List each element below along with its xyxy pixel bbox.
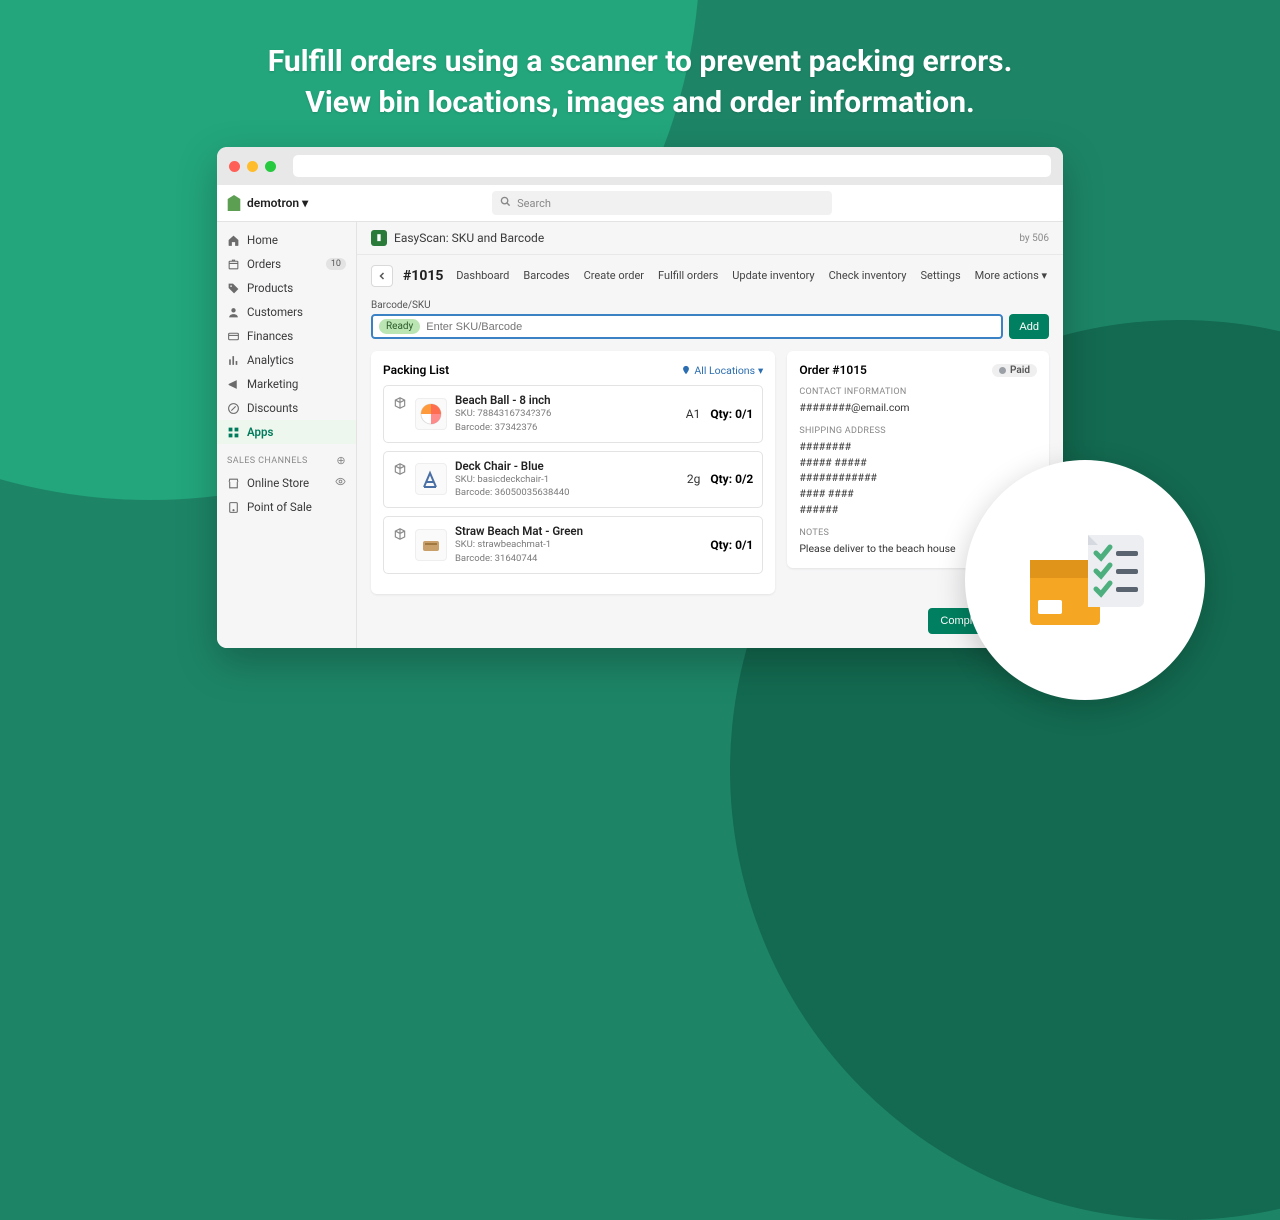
packing-line-item[interactable]: Deck Chair - Blue SKU: basicdeckchair-1 … bbox=[383, 451, 763, 509]
orders-badge: 10 bbox=[326, 258, 346, 270]
minimize-dot[interactable] bbox=[247, 161, 258, 172]
store-icon bbox=[227, 477, 240, 490]
maximize-dot[interactable] bbox=[265, 161, 276, 172]
sidebar-home[interactable]: Home bbox=[217, 228, 356, 252]
product-barcode: Barcode: 31640744 bbox=[455, 553, 702, 566]
sidebar-pos[interactable]: Point of Sale bbox=[217, 495, 356, 519]
mac-titlebar bbox=[217, 147, 1063, 185]
product-thumb bbox=[415, 463, 447, 495]
view-store-icon[interactable] bbox=[335, 476, 346, 490]
headline-line-2: View bin locations, images and order inf… bbox=[0, 83, 1280, 124]
global-search[interactable]: Search bbox=[492, 191, 832, 215]
tab-dashboard[interactable]: Dashboard bbox=[454, 263, 511, 288]
qty-label: Qty: 0/1 bbox=[710, 407, 753, 421]
apps-icon bbox=[227, 426, 240, 439]
admin-topbar: demotron ▾ Search bbox=[217, 185, 1063, 222]
shopify-logo-icon bbox=[227, 195, 241, 211]
tab-create-order[interactable]: Create order bbox=[582, 263, 646, 288]
product-thumb bbox=[415, 398, 447, 430]
store-switcher[interactable]: demotron ▾ bbox=[247, 196, 308, 210]
contact-email: ########@email.com bbox=[799, 400, 1037, 416]
product-sku: SKU: basicdeckchair-1 bbox=[455, 474, 679, 487]
analytics-icon bbox=[227, 354, 240, 367]
orders-icon bbox=[227, 258, 240, 271]
packing-line-item[interactable]: Straw Beach Mat - Green SKU: strawbeachm… bbox=[383, 516, 763, 574]
main-panel: ▮ EasyScan: SKU and Barcode by 506 #1015… bbox=[357, 222, 1063, 648]
finances-icon bbox=[227, 330, 240, 343]
back-button[interactable] bbox=[371, 265, 393, 287]
sidebar-marketing[interactable]: Marketing bbox=[217, 372, 356, 396]
customers-icon bbox=[227, 306, 240, 319]
product-name: Straw Beach Mat - Green bbox=[455, 524, 702, 538]
pin-icon bbox=[681, 365, 691, 375]
browser-url-bar[interactable] bbox=[293, 155, 1051, 177]
discounts-icon bbox=[227, 402, 240, 415]
tab-settings[interactable]: Settings bbox=[918, 263, 962, 288]
barcode-input[interactable] bbox=[426, 321, 995, 333]
package-icon bbox=[393, 395, 407, 409]
sidebar-finances[interactable]: Finances bbox=[217, 324, 356, 348]
search-icon bbox=[500, 196, 511, 210]
sidebar-orders[interactable]: Orders10 bbox=[217, 252, 356, 276]
products-icon bbox=[227, 282, 240, 295]
app-window: demotron ▾ Search Home Orders10 Products… bbox=[217, 147, 1063, 648]
sidebar-online-store[interactable]: Online Store bbox=[217, 471, 356, 495]
package-icon bbox=[393, 461, 407, 475]
package-icon bbox=[393, 526, 407, 540]
qty-label: Qty: 0/1 bbox=[710, 538, 753, 552]
location-filter[interactable]: All Locations ▾ bbox=[681, 364, 763, 377]
sidebar-customers[interactable]: Customers bbox=[217, 300, 356, 324]
qty-label: Qty: 0/2 bbox=[710, 472, 753, 486]
packing-list-title: Packing List bbox=[383, 363, 449, 377]
home-icon bbox=[227, 234, 240, 247]
sidebar-products[interactable]: Products bbox=[217, 276, 356, 300]
sidebar-apps[interactable]: Apps bbox=[217, 420, 356, 444]
product-name: Beach Ball - 8 inch bbox=[455, 393, 678, 407]
bin-location: A1 bbox=[686, 407, 701, 421]
tab-more-actions[interactable]: More actions ▾ bbox=[973, 263, 1049, 288]
tab-fulfill-orders[interactable]: Fulfill orders bbox=[656, 263, 720, 288]
tab-barcodes[interactable]: Barcodes bbox=[521, 263, 571, 288]
tab-update-inventory[interactable]: Update inventory bbox=[730, 263, 816, 288]
packing-line-item[interactable]: Beach Ball - 8 inch SKU: 7884316734?376 … bbox=[383, 385, 763, 443]
order-title: Order #1015 bbox=[799, 363, 867, 377]
scan-input-wrapper[interactable]: Ready bbox=[371, 314, 1003, 339]
scan-label: Barcode/SKU bbox=[371, 300, 1049, 311]
sidebar-analytics[interactable]: Analytics bbox=[217, 348, 356, 372]
product-sku: SKU: 7884316734?376 bbox=[455, 408, 678, 421]
product-sku: SKU: strawbeachmat-1 bbox=[455, 539, 702, 552]
order-number-heading: #1015 bbox=[403, 268, 443, 284]
bin-location: 2g bbox=[687, 472, 700, 486]
decorative-illustration bbox=[965, 460, 1205, 700]
pos-icon bbox=[227, 501, 240, 514]
sidebar-sales-channels-heading: SALES CHANNELS⊕ bbox=[217, 444, 356, 471]
sidebar-discounts[interactable]: Discounts bbox=[217, 396, 356, 420]
app-title: EasyScan: SKU and Barcode bbox=[394, 231, 544, 245]
close-dot[interactable] bbox=[229, 161, 240, 172]
product-name: Deck Chair - Blue bbox=[455, 459, 679, 473]
headline-line-1: Fulfill orders using a scanner to preven… bbox=[0, 42, 1280, 83]
add-channel-icon[interactable]: ⊕ bbox=[336, 454, 346, 467]
tab-check-inventory[interactable]: Check inventory bbox=[827, 263, 909, 288]
marketing-icon bbox=[227, 378, 240, 391]
shipping-heading: SHIPPING ADDRESS bbox=[799, 426, 1037, 436]
product-barcode: Barcode: 36050035638440 bbox=[455, 487, 679, 500]
add-button[interactable]: Add bbox=[1009, 314, 1049, 339]
packing-list-card: Packing List All Locations ▾ Beach Ball … bbox=[371, 351, 775, 594]
admin-sidebar: Home Orders10 Products Customers Finance… bbox=[217, 222, 357, 648]
product-barcode: Barcode: 37342376 bbox=[455, 422, 678, 435]
paid-badge: Paid bbox=[992, 364, 1037, 377]
product-thumb bbox=[415, 529, 447, 561]
app-author: by 506 bbox=[1019, 233, 1049, 244]
scan-ready-badge: Ready bbox=[379, 319, 420, 334]
search-placeholder: Search bbox=[517, 197, 551, 210]
contact-heading: CONTACT INFORMATION bbox=[799, 387, 1037, 397]
easyscan-app-icon: ▮ bbox=[371, 230, 387, 246]
